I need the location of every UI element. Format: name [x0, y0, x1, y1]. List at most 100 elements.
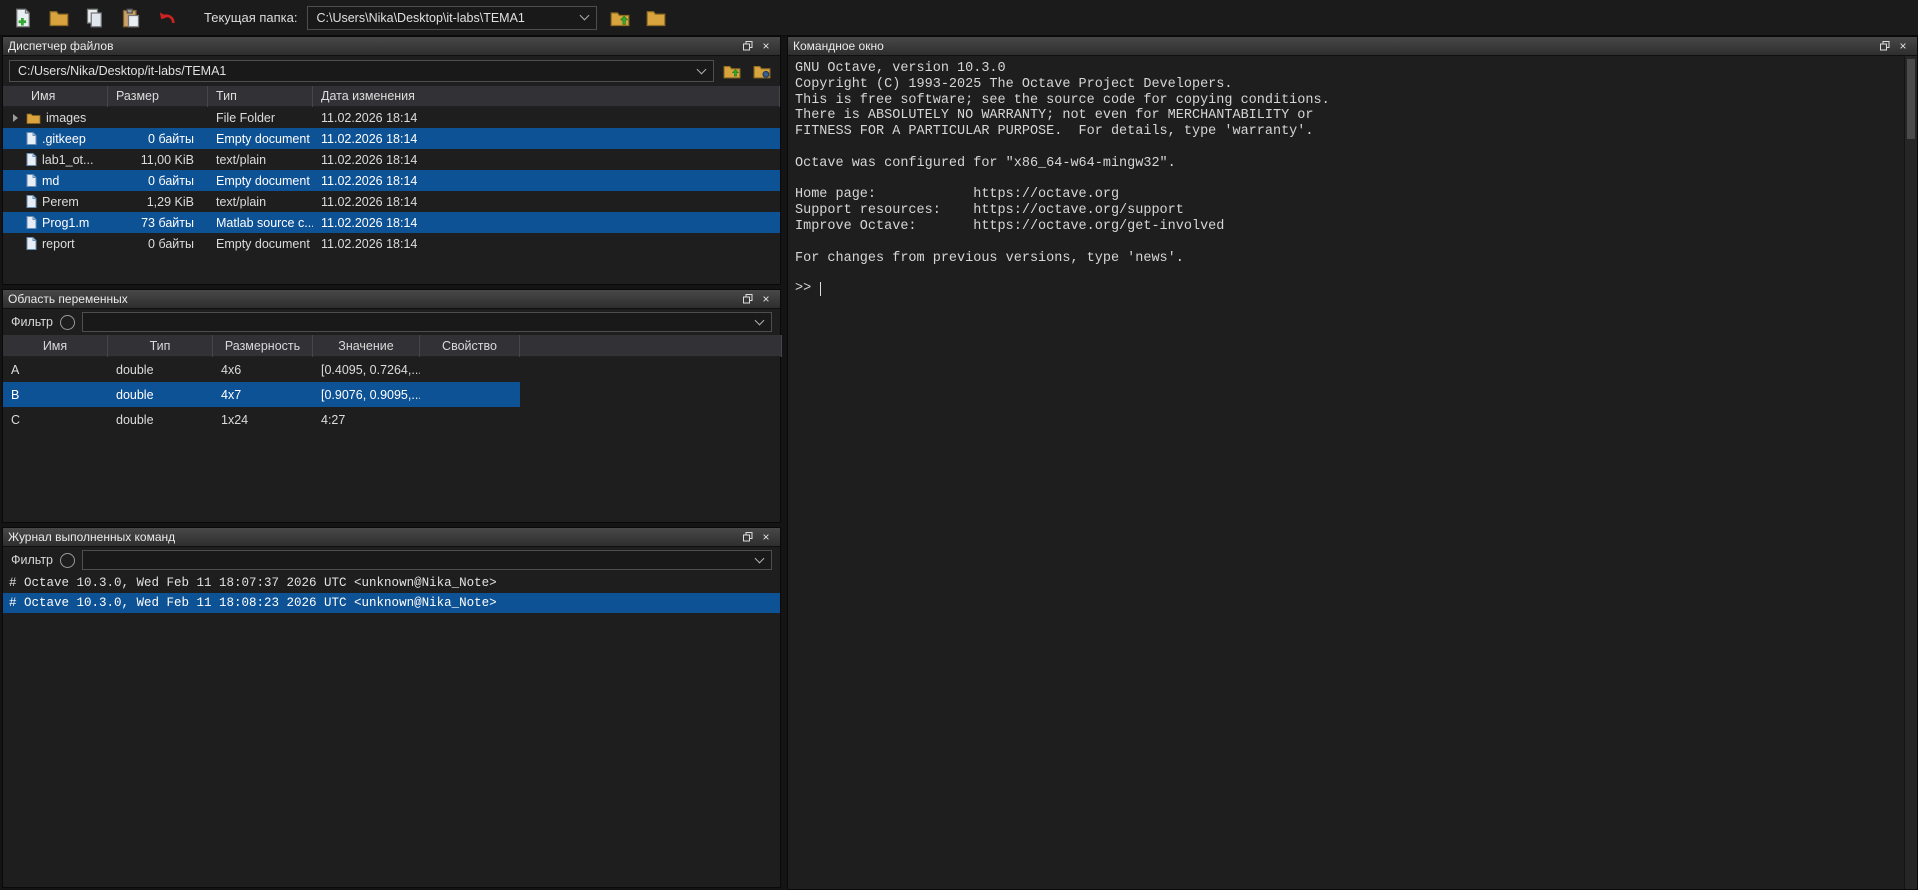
current-folder-combobox[interactable]: C:\Users\Nika\Desktop\it-labs\TEMA1 — [307, 6, 597, 30]
command-prompt-line[interactable]: >> — [788, 281, 1917, 296]
folder-up-icon[interactable] — [720, 60, 744, 82]
file-name: .gitkeep — [42, 132, 86, 146]
file-date: 11.02.2026 18:14 — [313, 237, 780, 251]
command-window-titlebar[interactable]: Командное окно × — [788, 37, 1917, 56]
filter-checkbox[interactable] — [60, 315, 75, 330]
file-row[interactable]: report 0 байты Empty document 11.02.2026… — [3, 233, 780, 254]
file-icon — [26, 153, 37, 166]
undock-icon[interactable] — [739, 292, 757, 307]
file-type: Empty document — [208, 237, 313, 251]
variable-row[interactable]: A double 4x6 [0.4095, 0.7264,... — [3, 357, 520, 382]
file-date: 11.02.2026 18:14 — [313, 216, 780, 230]
file-icon — [26, 174, 37, 187]
undo-icon[interactable] — [154, 5, 180, 31]
file-date: 11.02.2026 18:14 — [313, 111, 780, 125]
undock-icon[interactable] — [739, 39, 757, 54]
column-header-type[interactable]: Тип — [108, 335, 213, 357]
workspace-table-header[interactable]: Имя Тип Размерность Значение Свойство — [3, 335, 782, 357]
file-row[interactable]: md 0 байты Empty document 11.02.2026 18:… — [3, 170, 780, 191]
variable-dims: 1x24 — [213, 413, 313, 427]
file-row[interactable]: Prog1.m 73 байты Matlab source c... 11.0… — [3, 212, 780, 233]
paste-icon[interactable] — [118, 5, 144, 31]
column-header-name[interactable]: Имя — [3, 335, 108, 357]
variable-type: double — [108, 363, 213, 377]
file-name: Perem — [42, 195, 79, 209]
workspace-filter-combobox[interactable] — [82, 312, 772, 332]
main-toolbar: Текущая папка: C:\Users\Nika\Desktop\it-… — [0, 0, 1918, 36]
copy-icon[interactable] — [82, 5, 108, 31]
chevron-down-icon — [755, 315, 765, 325]
scrollbar-thumb[interactable] — [1907, 59, 1915, 139]
vertical-scrollbar[interactable] — [1904, 56, 1917, 889]
command-window-banner: GNU Octave, version 10.3.0 Copyright (C)… — [788, 56, 1917, 266]
column-header-attr[interactable]: Свойство — [420, 335, 520, 357]
workspace-panel: Область переменных × Фильтр Имя Тип Разм… — [2, 289, 781, 523]
variable-name: C — [3, 413, 108, 427]
filter-checkbox[interactable] — [60, 553, 75, 568]
file-row[interactable]: .gitkeep 0 байты Empty document 11.02.20… — [3, 128, 780, 149]
file-icon — [26, 195, 37, 208]
history-filter-combobox[interactable] — [82, 550, 772, 570]
command-window-panel: Командное окно × GNU Octave, version 10.… — [787, 36, 1918, 890]
file-size: 0 байты — [108, 132, 208, 146]
chevron-down-icon — [580, 11, 590, 21]
file-row[interactable]: lab1_ot... 11,00 KiB text/plain 11.02.20… — [3, 149, 780, 170]
file-icon — [26, 216, 37, 229]
file-size: 0 байты — [108, 237, 208, 251]
file-table-header[interactable]: Имя Размер Тип Дата изменения — [3, 86, 780, 107]
open-folder-icon[interactable] — [46, 5, 72, 31]
chevron-down-icon — [755, 553, 765, 563]
history-entry[interactable]: # Octave 10.3.0, Wed Feb 11 18:07:37 202… — [3, 573, 780, 593]
folder-actions-icon[interactable] — [750, 60, 774, 82]
file-type: Matlab source c... — [208, 216, 313, 230]
file-size: 11,00 KiB — [108, 153, 208, 167]
close-icon[interactable]: × — [1894, 39, 1912, 54]
close-icon[interactable]: × — [757, 530, 775, 545]
folder-up-icon[interactable] — [607, 5, 633, 31]
expand-arrow-icon[interactable] — [11, 113, 21, 123]
column-header-size[interactable]: Размер — [108, 86, 208, 107]
column-header-name[interactable]: Имя — [3, 86, 108, 107]
column-header-value[interactable]: Значение — [313, 335, 420, 357]
history-entry[interactable]: # Octave 10.3.0, Wed Feb 11 18:08:23 202… — [3, 593, 780, 613]
variable-row[interactable]: C double 1x24 4:27 — [3, 407, 520, 432]
column-header-dims[interactable]: Размерность — [213, 335, 313, 357]
command-window-body[interactable]: GNU Octave, version 10.3.0 Copyright (C)… — [788, 56, 1917, 889]
file-icon — [26, 237, 37, 250]
file-size: 1,29 KiB — [108, 195, 208, 209]
close-icon[interactable]: × — [757, 292, 775, 307]
file-date: 11.02.2026 18:14 — [313, 132, 780, 146]
variable-type: double — [108, 413, 213, 427]
column-header-type[interactable]: Тип — [208, 86, 313, 107]
file-size: 0 байты — [108, 174, 208, 188]
file-date: 11.02.2026 18:14 — [313, 153, 780, 167]
undock-icon[interactable] — [739, 530, 757, 545]
filter-label: Фильтр — [11, 553, 53, 567]
chevron-down-icon — [697, 64, 707, 74]
current-folder-path: C:\Users\Nika\Desktop\it-labs\TEMA1 — [316, 11, 524, 25]
panel-title: Журнал выполненных команд — [8, 530, 175, 544]
variable-value: [0.9076, 0.9095,... — [313, 388, 420, 402]
current-folder-label: Текущая папка: — [204, 10, 297, 25]
variable-dims: 4x6 — [213, 363, 313, 377]
history-filter-row: Фильтр — [3, 547, 780, 573]
close-icon[interactable]: × — [757, 39, 775, 54]
file-browser-titlebar[interactable]: Диспетчер файлов × — [3, 37, 780, 56]
variable-name: A — [3, 363, 108, 377]
browse-folder-icon[interactable] — [643, 5, 669, 31]
file-path-combobox[interactable]: C:/Users/Nika/Desktop/it-labs/TEMA1 — [9, 60, 714, 82]
file-type: text/plain — [208, 153, 313, 167]
file-name: md — [42, 174, 59, 188]
column-header-date[interactable]: Дата изменения — [313, 86, 780, 107]
file-icon — [26, 132, 37, 145]
variable-row[interactable]: B double 4x7 [0.9076, 0.9095,... — [3, 382, 520, 407]
file-type: text/plain — [208, 195, 313, 209]
new-script-icon[interactable] — [10, 5, 36, 31]
history-titlebar[interactable]: Журнал выполненных команд × — [3, 528, 780, 547]
file-row[interactable]: Perem 1,29 KiB text/plain 11.02.2026 18:… — [3, 191, 780, 212]
undock-icon[interactable] — [1876, 39, 1894, 54]
filter-label: Фильтр — [11, 315, 53, 329]
file-row[interactable]: images File Folder 11.02.2026 18:14 — [3, 107, 780, 128]
file-name: Prog1.m — [42, 216, 89, 230]
workspace-titlebar[interactable]: Область переменных × — [3, 290, 780, 309]
